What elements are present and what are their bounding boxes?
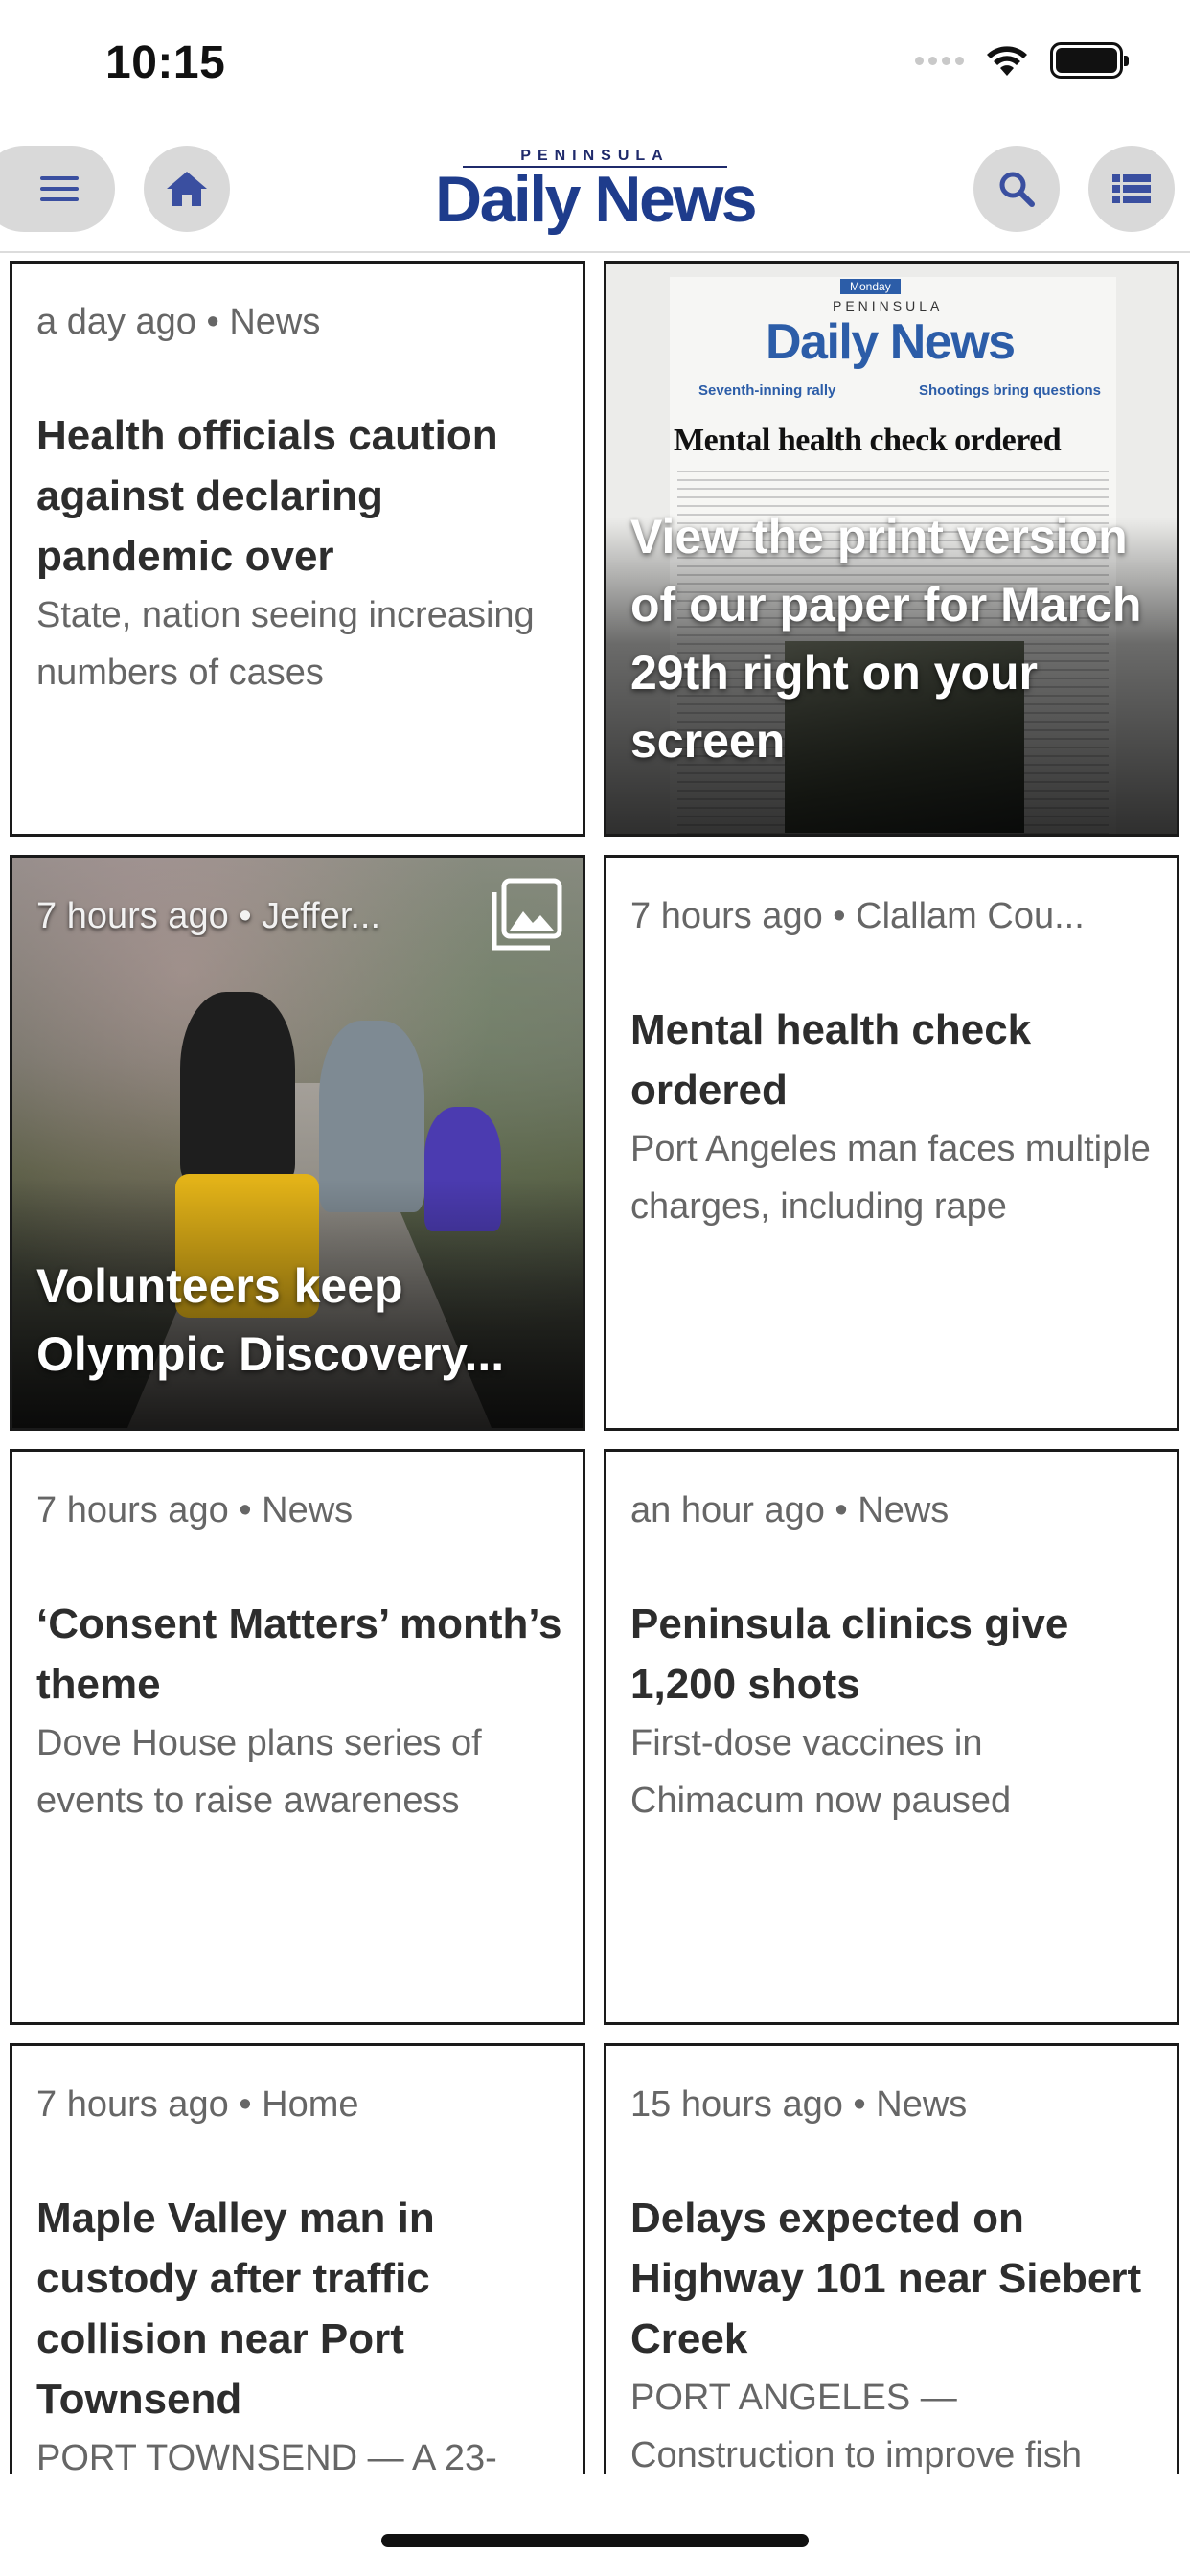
article-headline: Mental health check ordered Port Angeles…: [630, 1000, 1157, 1235]
home-icon: [167, 172, 207, 206]
status-bar: 10:15: [0, 0, 1190, 134]
article-card[interactable]: a day ago • News Health officials cautio…: [10, 261, 585, 837]
article-headline: Delays expected on Highway 101 near Sieb…: [630, 2188, 1157, 2474]
article-title: Delays expected on Highway 101 near Sieb…: [630, 2195, 1142, 2362]
article-deck: State, nation seeing increasing numbers …: [36, 595, 535, 693]
status-time: 10:15: [105, 37, 226, 88]
article-title: Peninsula clinics give 1,200 shots: [630, 1600, 1069, 1708]
photo-article-card[interactable]: 7 hours ago • Jeffer... Volunteers keep …: [10, 855, 585, 1431]
hamburger-menu-icon: [40, 176, 79, 201]
sections-button[interactable]: [1088, 146, 1175, 232]
article-deck: PORT TOWNSEND — A 23-: [36, 2438, 497, 2474]
article-meta: an hour ago • News: [630, 1490, 950, 1530]
paper-teaser-left: Seventh-inning rally: [698, 382, 836, 399]
article-grid: a day ago • News Health officials cautio…: [10, 261, 1180, 2474]
article-meta: 7 hours ago • Home: [36, 2084, 359, 2125]
article-headline: Maple Valley man in custody after traffi…: [36, 2188, 563, 2474]
menu-button[interactable]: [0, 146, 115, 232]
article-deck: First-dose vaccines in Chimacum now paus…: [630, 1723, 1012, 1821]
home-indicator[interactable]: [381, 2534, 809, 2547]
article-headline: Peninsula clinics give 1,200 shots First…: [630, 1594, 1157, 1829]
search-button[interactable]: [973, 146, 1060, 232]
paper-teaser-right: Shootings bring questions: [919, 382, 1101, 399]
print-edition-card[interactable]: Monday PENINSULA Daily News Seventh-inni…: [604, 261, 1179, 837]
battery-icon: [1050, 42, 1129, 79]
article-headline: Volunteers keep Olympic Discovery...: [36, 1259, 505, 1381]
article-title: Maple Valley man in custody after traffi…: [36, 2195, 435, 2423]
status-icons: [915, 42, 1129, 79]
article-headline: ‘Consent Matters’ month’s theme Dove Hou…: [36, 1594, 563, 1829]
wifi-icon: [987, 46, 1027, 76]
article-meta: a day ago • News: [36, 302, 321, 342]
logo-main-text: Daily News: [434, 163, 758, 236]
article-card[interactable]: 7 hours ago • News ‘Consent Matters’ mon…: [10, 1449, 585, 2025]
article-card[interactable]: 7 hours ago • Clallam Cou... Mental heal…: [604, 855, 1179, 1431]
article-card[interactable]: 7 hours ago • Home Maple Valley man in c…: [10, 2043, 585, 2474]
search-icon: [999, 172, 1035, 207]
paper-headline: Mental health check ordered: [674, 423, 1062, 458]
list-icon: [1112, 174, 1151, 203]
article-meta: 15 hours ago • News: [630, 2084, 968, 2125]
article-card[interactable]: 15 hours ago • News Delays expected on H…: [604, 2043, 1179, 2474]
article-meta: 7 hours ago • Clallam Cou...: [630, 896, 1085, 936]
article-title: ‘Consent Matters’ month’s theme: [36, 1600, 562, 1708]
article-meta: 7 hours ago • News: [36, 1490, 354, 1530]
article-deck: PORT ANGELES — Construction to improve f…: [630, 2378, 1082, 2474]
photo-gallery-icon: [492, 878, 562, 951]
cellular-signal-icon: [915, 56, 964, 65]
article-card[interactable]: an hour ago • News Peninsula clinics giv…: [604, 1449, 1179, 2025]
app-header: PENINSULA Daily News: [0, 134, 1190, 253]
home-button[interactable]: [144, 146, 230, 232]
article-deck: Port Angeles man faces multiple charges,…: [630, 1129, 1151, 1227]
print-edition-title: View the print version of our paper for …: [630, 510, 1142, 768]
article-deck: Dove House plans series of events to rai…: [36, 1723, 482, 1821]
paper-masthead-top: PENINSULA: [833, 298, 944, 313]
app-logo[interactable]: PENINSULA Daily News: [416, 148, 774, 240]
article-headline: Health officials caution against declari…: [36, 405, 563, 702]
article-meta: 7 hours ago • Jeffer...: [36, 896, 381, 936]
article-title: Mental health check ordered: [630, 1006, 1032, 1114]
paper-masthead: Daily News: [766, 314, 1016, 370]
article-title: Health officials caution against declari…: [36, 412, 498, 580]
paper-kicker: Monday: [840, 279, 901, 294]
photo-rider-1: [180, 992, 295, 1184]
